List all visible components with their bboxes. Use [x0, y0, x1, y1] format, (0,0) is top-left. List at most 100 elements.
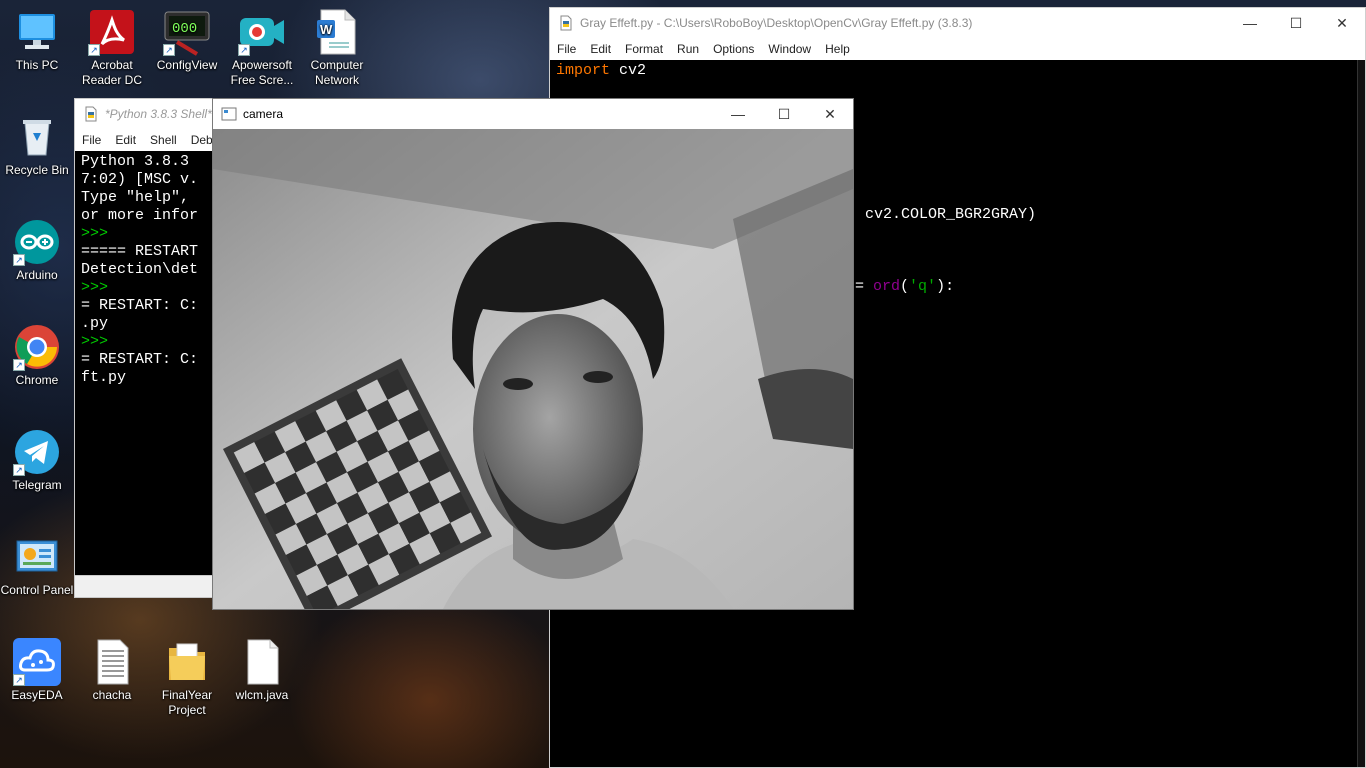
- desktop-icon-chacha[interactable]: chacha: [74, 638, 150, 703]
- shell-line: or more infor: [81, 207, 199, 224]
- minimize-button[interactable]: —: [715, 99, 761, 129]
- shell-line: .py: [81, 315, 109, 332]
- monitor-icon: [13, 8, 61, 56]
- editor-title: Gray Effeft.py - C:\Users\RoboBoy\Deskto…: [580, 16, 973, 30]
- blank-file-icon: [238, 638, 286, 686]
- code-line-waitkey: = ord('q'):: [855, 278, 955, 295]
- control-panel-icon: [13, 533, 61, 581]
- desktop-icon-recycle-bin[interactable]: Recycle Bin: [0, 113, 75, 178]
- easyeda-icon: ↗: [13, 638, 61, 686]
- menu-shell[interactable]: Shell: [143, 133, 184, 147]
- shell-prompt: >>>: [81, 225, 109, 242]
- shell-prompt: >>>: [81, 333, 109, 350]
- desktop-icon-label: Telegram: [12, 478, 62, 492]
- camera-feed: [213, 129, 853, 609]
- menu-file[interactable]: File: [550, 42, 583, 56]
- shell-line: Detection\det: [81, 261, 199, 278]
- python-file-icon: [560, 15, 572, 31]
- shell-menubar: File Edit Shell Debu: [75, 129, 223, 151]
- svg-text:000: 000: [172, 21, 197, 37]
- document-icon: W: [313, 8, 361, 56]
- arduino-icon: ↗: [13, 218, 61, 266]
- desktop-icon-finalyear-project[interactable]: FinalYear Project: [149, 638, 225, 718]
- camera-titlebar[interactable]: camera — ☐ ✕: [213, 99, 853, 129]
- desktop-icon-chrome[interactable]: ↗ Chrome: [0, 323, 75, 388]
- configview-icon: 000 ↗: [163, 8, 211, 56]
- apowersoft-icon: ↗: [238, 8, 286, 56]
- menu-format[interactable]: Format: [618, 42, 670, 56]
- menu-help[interactable]: Help: [818, 42, 857, 56]
- shell-line: ft.py: [81, 369, 127, 386]
- editor-menubar: File Edit Format Run Options Window Help: [550, 38, 1365, 60]
- close-button[interactable]: ✕: [1319, 8, 1365, 38]
- editor-scrollbar[interactable]: [1357, 60, 1365, 767]
- desktop-icon-label: Acrobat Reader DC: [81, 58, 143, 87]
- desktop-icon-label: EasyEDA: [11, 688, 63, 702]
- desktop-icon-easyeda[interactable]: ↗ EasyEDA: [0, 638, 75, 703]
- shortcut-arrow-icon: ↗: [238, 44, 250, 56]
- desktop-icon-configview[interactable]: 000 ↗ ConfigView: [149, 8, 225, 73]
- camera-window-icon: [221, 107, 237, 121]
- desktop-icon-computer-network[interactable]: W Computer Network: [299, 8, 375, 88]
- grayscale-camera-image: [213, 129, 853, 609]
- shell-prompt: >>>: [81, 279, 109, 296]
- desktop-icon-label: Recycle Bin: [5, 163, 69, 177]
- shortcut-arrow-icon: ↗: [13, 359, 25, 371]
- shell-line: = RESTART: C:: [81, 351, 199, 368]
- svg-text:W: W: [320, 22, 333, 37]
- shell-titlebar[interactable]: *Python 3.8.3 Shell*: [75, 99, 223, 129]
- camera-window[interactable]: camera — ☐ ✕: [212, 98, 854, 610]
- shell-line: Python 3.8.3: [81, 153, 190, 170]
- shell-output[interactable]: Python 3.8.3 7:02) [MSC v. Type "help", or …: [75, 151, 223, 575]
- desktop-icon-arduino[interactable]: ↗ Arduino: [0, 218, 75, 283]
- folder-icon: [163, 638, 211, 686]
- shell-line: 7:02) [MSC v.: [81, 171, 199, 188]
- desktop-icon-label: ConfigView: [156, 58, 218, 72]
- desktop-icon-label: FinalYear Project: [161, 688, 213, 717]
- text-file-icon: [88, 638, 136, 686]
- shell-line: = RESTART: C:: [81, 297, 199, 314]
- shortcut-arrow-icon: ↗: [13, 254, 25, 266]
- menu-edit[interactable]: Edit: [583, 42, 618, 56]
- code-line-cvtcolor: cv2.COLOR_BGR2GRAY): [865, 206, 1037, 223]
- desktop-icon-label: Apowersoft Free Scre...: [230, 58, 294, 87]
- desktop-icon-label: Control Panel: [0, 583, 74, 597]
- menu-window[interactable]: Window: [761, 42, 818, 56]
- shortcut-arrow-icon: ↗: [13, 674, 25, 686]
- chrome-icon: ↗: [13, 323, 61, 371]
- desktop-icon-control-panel[interactable]: Control Panel: [0, 533, 75, 598]
- desktop-icon-label: chacha: [92, 688, 132, 702]
- desktop-icon-wlcm-java[interactable]: wlcm.java: [224, 638, 300, 703]
- maximize-button[interactable]: ☐: [761, 99, 807, 129]
- python-shell-icon: [85, 106, 97, 122]
- shell-line: Type "help",: [81, 189, 190, 206]
- editor-window-controls: — ☐ ✕: [1227, 8, 1365, 38]
- close-button[interactable]: ✕: [807, 99, 853, 129]
- camera-window-controls: — ☐ ✕: [715, 99, 853, 129]
- editor-titlebar[interactable]: Gray Effeft.py - C:\Users\RoboBoy\Deskto…: [550, 8, 1365, 38]
- desktop-icon-apowersoft[interactable]: ↗ Apowersoft Free Scre...: [224, 8, 300, 88]
- desktop-icon-label: Arduino: [16, 268, 58, 282]
- maximize-button[interactable]: ☐: [1273, 8, 1319, 38]
- menu-options[interactable]: Options: [706, 42, 761, 56]
- desktop-icon-label: Computer Network: [310, 58, 364, 87]
- acrobat-icon: ↗: [88, 8, 136, 56]
- shortcut-arrow-icon: ↗: [88, 44, 100, 56]
- recycle-bin-icon: [13, 113, 61, 161]
- shortcut-arrow-icon: ↗: [163, 44, 175, 56]
- menu-run[interactable]: Run: [670, 42, 706, 56]
- menu-file[interactable]: File: [75, 133, 108, 147]
- shell-title: *Python 3.8.3 Shell*: [105, 107, 212, 121]
- desktop-icon-telegram[interactable]: ↗ Telegram: [0, 428, 75, 493]
- shortcut-arrow-icon: ↗: [13, 464, 25, 476]
- camera-title: camera: [243, 107, 284, 121]
- desktop-icon-label: This PC: [15, 58, 59, 72]
- shell-window[interactable]: *Python 3.8.3 Shell* File Edit Shell Deb…: [74, 98, 224, 598]
- desktop-icon-this-pc[interactable]: This PC: [0, 8, 75, 73]
- desktop-icon-label: wlcm.java: [235, 688, 289, 702]
- menu-edit[interactable]: Edit: [108, 133, 143, 147]
- minimize-button[interactable]: —: [1227, 8, 1273, 38]
- telegram-icon: ↗: [13, 428, 61, 476]
- shell-statusbar: [75, 575, 223, 597]
- desktop-icon-acrobat[interactable]: ↗ Acrobat Reader DC: [74, 8, 150, 88]
